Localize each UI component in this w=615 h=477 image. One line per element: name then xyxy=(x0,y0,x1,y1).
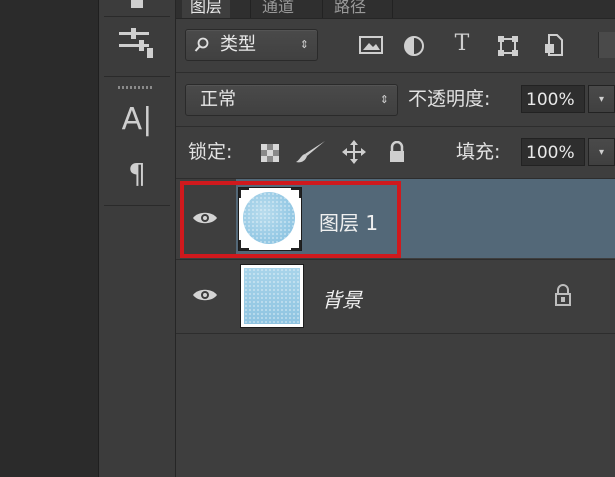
opacity-field[interactable]: 100% xyxy=(521,85,585,113)
blend-mode-value: 正常 xyxy=(200,89,236,110)
lock-icon xyxy=(554,284,572,306)
annotation-highlight-box xyxy=(180,181,401,258)
tab-divider xyxy=(392,0,393,18)
fill-slider-button[interactable]: ▾ xyxy=(588,138,615,166)
lock-image-icon[interactable] xyxy=(295,140,327,164)
chevron-updown-icon: ⇕ xyxy=(379,93,389,106)
lock-label: 锁定: xyxy=(188,141,233,163)
row-divider xyxy=(176,333,615,334)
adjustment-filter-icon[interactable] xyxy=(403,35,425,57)
filter-kind-dropdown[interactable]: 类型 ⇕ xyxy=(185,29,318,61)
smart-object-filter-icon[interactable] xyxy=(543,33,565,57)
image-filter-icon[interactable] xyxy=(359,36,383,54)
filter-kind-label: 类型 xyxy=(220,34,256,55)
filter-toggle[interactable] xyxy=(598,32,615,58)
tab-layers[interactable]: 图层 xyxy=(182,0,231,18)
tool-divider xyxy=(104,205,170,206)
opacity-label: 不透明度: xyxy=(408,88,491,110)
layer-name[interactable]: 背景 xyxy=(322,284,362,313)
row-divider xyxy=(176,126,615,127)
tab-divider xyxy=(322,0,323,18)
tool-grip xyxy=(118,86,154,89)
lock-position-icon[interactable] xyxy=(342,140,366,164)
paragraph-icon[interactable]: ¶ xyxy=(99,156,175,192)
row-divider xyxy=(176,72,615,73)
left-dark-area xyxy=(0,0,99,477)
brush-settings-icon[interactable] xyxy=(117,28,157,58)
tab-paths[interactable]: 路径 xyxy=(326,0,374,18)
lock-transparent-icon[interactable] xyxy=(261,144,279,162)
blend-mode-dropdown[interactable]: 正常 ⇕ xyxy=(185,84,398,116)
tab-divider xyxy=(250,0,251,18)
layer-row[interactable]: 背景 xyxy=(176,260,615,332)
panel-tab-bar xyxy=(176,0,615,19)
eye-icon[interactable] xyxy=(190,280,220,310)
shape-filter-icon[interactable] xyxy=(497,35,519,57)
search-icon xyxy=(194,37,210,53)
tool-divider xyxy=(104,76,170,77)
tool-divider xyxy=(104,16,170,17)
opacity-slider-button[interactable]: ▾ xyxy=(588,85,615,113)
panel-icon-strip xyxy=(99,0,176,477)
fill-field[interactable]: 100% xyxy=(521,138,585,166)
layer-thumbnail xyxy=(240,264,304,328)
lock-all-icon[interactable] xyxy=(388,140,406,163)
partial-tool-icon[interactable] xyxy=(131,0,143,8)
fill-label: 填充: xyxy=(456,141,501,163)
tab-channels[interactable]: 通道 xyxy=(254,0,302,18)
character-icon[interactable]: A| xyxy=(99,100,175,140)
chevron-updown-icon: ⇕ xyxy=(299,38,309,51)
type-filter-icon[interactable]: T xyxy=(449,29,475,59)
